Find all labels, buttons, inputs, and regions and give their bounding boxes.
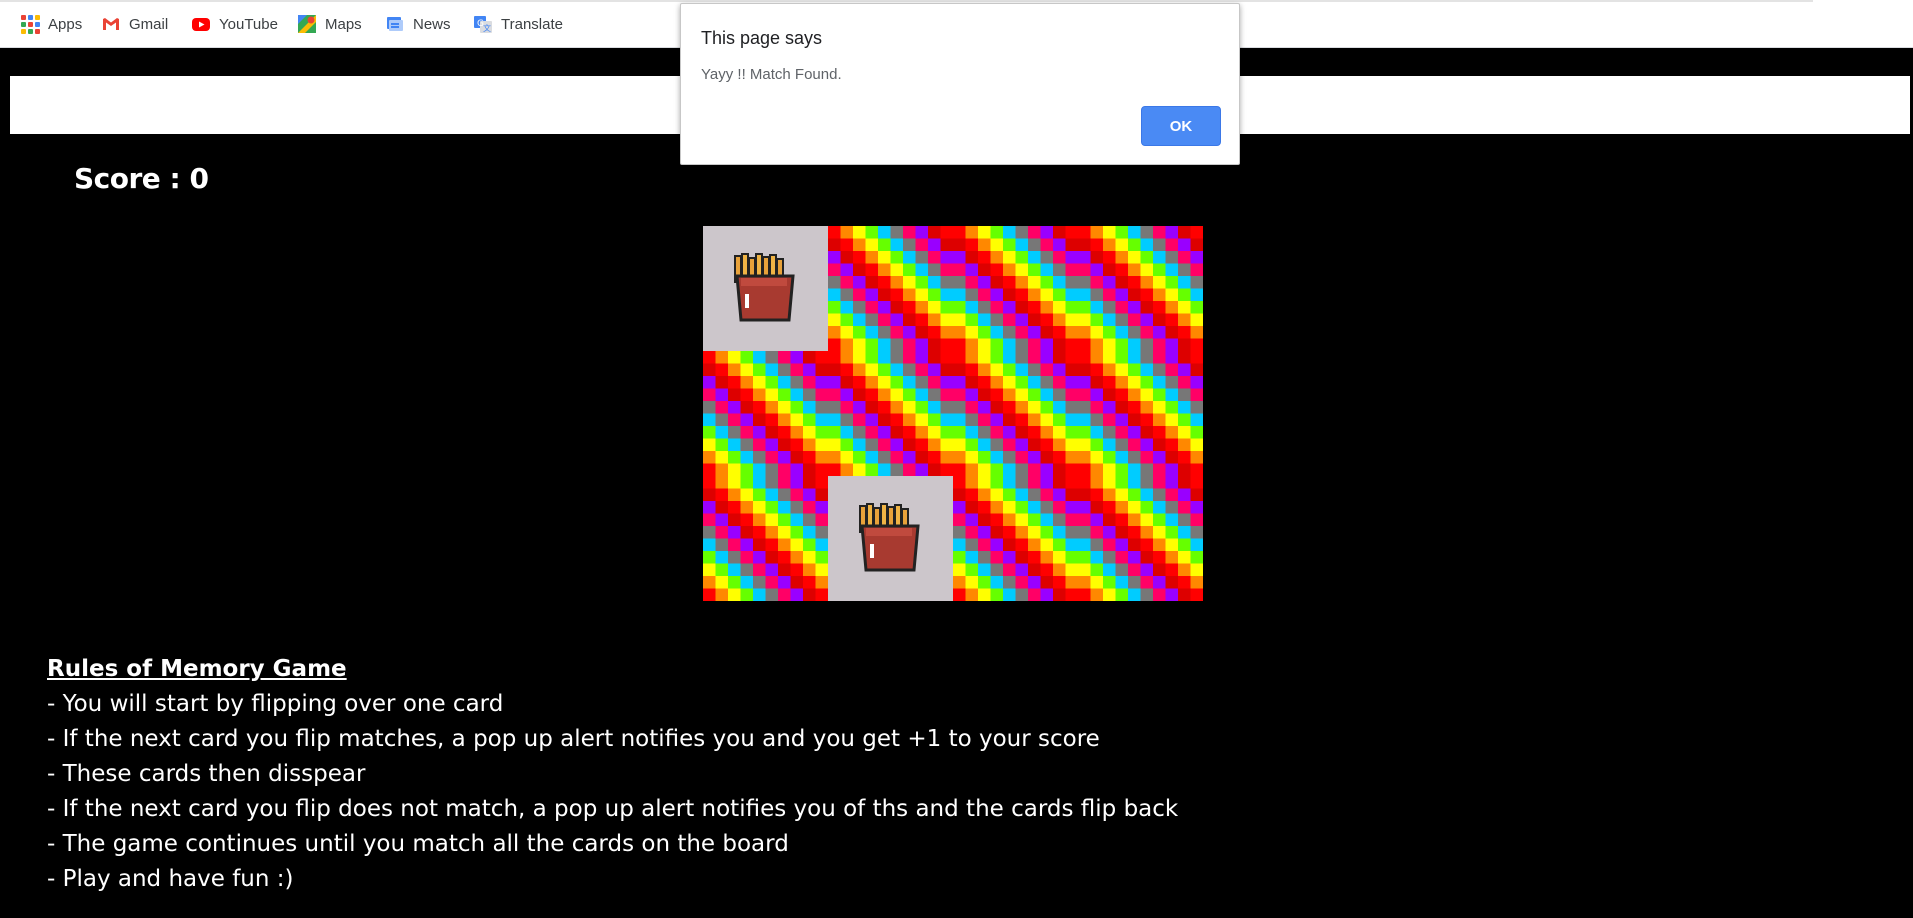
- bookmark-gmail[interactable]: Gmail: [101, 13, 168, 35]
- bookmark-label: News: [413, 15, 451, 33]
- memory-card-facedown[interactable]: [1078, 351, 1203, 476]
- bookmark-maps[interactable]: Maps: [297, 13, 362, 35]
- alert-dialog: This page says Yayy !! Match Found. OK: [680, 3, 1240, 165]
- rainbow-pattern: [828, 226, 953, 351]
- rainbow-pattern: [953, 351, 1078, 476]
- game-board: [703, 226, 1203, 601]
- maps-icon: [297, 14, 317, 34]
- memory-card-facedown[interactable]: [953, 476, 1078, 601]
- ok-button[interactable]: OK: [1141, 106, 1221, 146]
- bookmark-translate[interactable]: G 文 Translate: [473, 13, 563, 35]
- rules-title: Rules of Memory Game: [47, 656, 347, 682]
- rainbow-pattern: [953, 476, 1078, 601]
- youtube-icon: [191, 14, 211, 34]
- bookmark-news[interactable]: News: [385, 13, 451, 35]
- rule-line: - If the next card you flip does not mat…: [47, 796, 1179, 822]
- memory-card-facedown[interactable]: [828, 226, 953, 351]
- memory-card-facedown[interactable]: [703, 476, 828, 601]
- memory-card-facedown[interactable]: [953, 351, 1078, 476]
- translate-icon: G 文: [473, 14, 493, 34]
- rainbow-pattern: [953, 226, 1078, 351]
- rules-section: Rules of Memory Game - You will start by…: [47, 652, 1178, 897]
- bookmark-youtube[interactable]: YouTube: [191, 13, 278, 35]
- bookmark-label: YouTube: [219, 15, 278, 33]
- rainbow-pattern: [1078, 226, 1203, 351]
- memory-card-facedown[interactable]: [1078, 476, 1203, 601]
- bookmark-label: Maps: [325, 15, 362, 33]
- rainbow-pattern: [703, 476, 828, 601]
- svg-text:文: 文: [483, 23, 491, 33]
- memory-card-facedown[interactable]: [703, 351, 828, 476]
- rule-line: - Play and have fun :): [47, 866, 294, 892]
- memory-card-facedown[interactable]: [1078, 226, 1203, 351]
- apps-grid-icon: [20, 14, 40, 34]
- score-display: Score : 0: [74, 162, 209, 195]
- memory-card-revealed[interactable]: [828, 476, 953, 601]
- news-icon: [385, 14, 405, 34]
- memory-card-facedown[interactable]: [828, 351, 953, 476]
- rule-line: - These cards then disspear: [47, 761, 366, 787]
- memory-card-facedown[interactable]: [953, 226, 1078, 351]
- gmail-icon: [101, 14, 121, 34]
- rule-line: - You will start by flipping over one ca…: [47, 691, 504, 717]
- bookmark-label: Apps: [48, 15, 83, 33]
- rule-line: - If the next card you flip matches, a p…: [47, 726, 1100, 752]
- fries-icon: [734, 253, 795, 322]
- fries-icon: [859, 503, 920, 572]
- alert-message: Yayy !! Match Found.: [701, 66, 842, 83]
- rule-line: - The game continues until you match all…: [47, 831, 789, 857]
- tab-strip-edge: [0, 0, 1813, 2]
- bookmark-label: Gmail: [129, 15, 169, 33]
- bookmark-label: Translate: [501, 15, 563, 33]
- memory-card-revealed[interactable]: [703, 226, 828, 351]
- rainbow-pattern: [1078, 476, 1203, 601]
- bookmark-apps[interactable]: Apps: [20, 13, 82, 35]
- rainbow-pattern: [703, 351, 828, 476]
- rainbow-pattern: [1078, 351, 1203, 476]
- rainbow-pattern: [828, 351, 953, 476]
- alert-title: This page says: [701, 28, 823, 48]
